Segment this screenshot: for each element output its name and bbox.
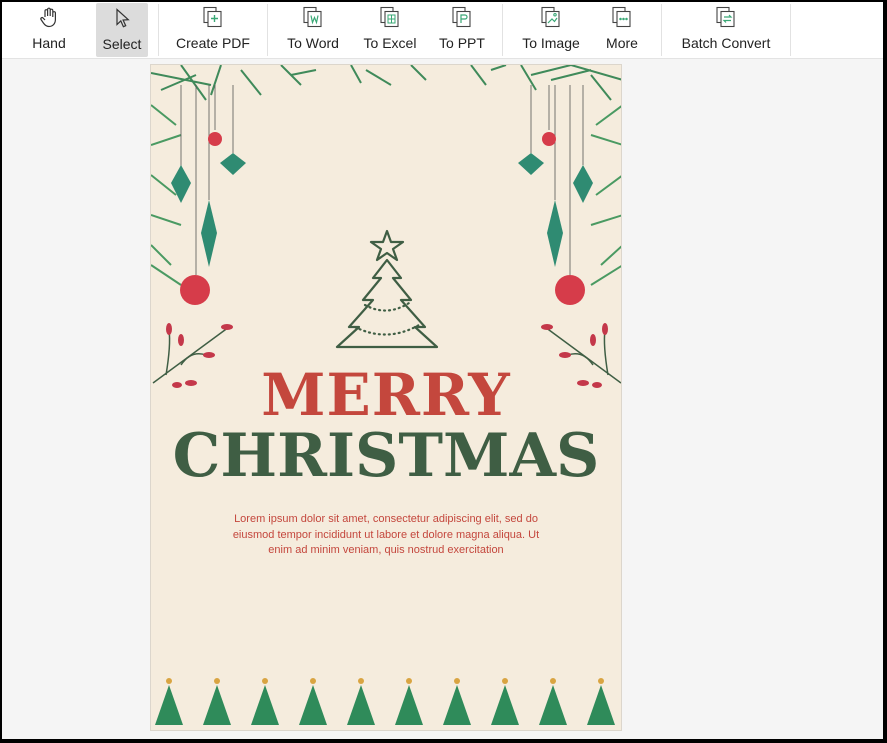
to-ppt-button[interactable]: To PPT [422,2,502,58]
to-excel-label: To Excel [363,35,417,51]
image-icon [539,5,563,29]
cursor-icon [111,6,133,30]
batch-convert-icon [714,5,738,29]
to-ppt-label: To PPT [439,35,485,51]
create-pdf-label: Create PDF [176,35,250,51]
ornaments-left [171,85,246,305]
select-tool-button[interactable]: Select [96,3,148,57]
to-image-label: To Image [522,35,580,51]
excel-icon [378,5,402,29]
create-pdf-button[interactable]: Create PDF [159,2,267,58]
to-word-label: To Word [287,35,339,51]
select-tool-label: Select [102,36,142,52]
to-excel-button[interactable]: To Excel [358,2,422,58]
more-icon [610,5,634,29]
pine-garland-top [151,65,621,286]
document-page[interactable]: MERRY CHRISTMAS Lorem ipsum dolor sit am… [150,64,622,731]
more-label: More [606,35,638,51]
card-title-christmas: CHRISTMAS [172,421,600,491]
app-window: Hand Select Create PDF To Word To Excel … [1,1,884,740]
hand-tool-button[interactable]: Hand [2,2,96,58]
hand-icon [38,5,60,29]
card-body-text: Lorem ipsum dolor sit amet, consectetur … [232,513,540,556]
toolbar-divider [790,4,791,56]
ornaments-right [518,85,593,305]
card-title-merry: MERRY [261,361,511,429]
to-word-button[interactable]: To Word [268,2,358,58]
more-button[interactable]: More [599,2,645,58]
word-icon [301,5,325,29]
create-pdf-icon [201,5,225,29]
to-image-button[interactable]: To Image [503,2,599,58]
bottom-tree-row [155,678,615,725]
batch-convert-button[interactable]: Batch Convert [662,2,790,58]
batch-convert-label: Batch Convert [681,35,771,51]
toolbar: Hand Select Create PDF To Word To Excel … [2,2,883,59]
ppt-icon [450,5,474,29]
christmas-tree-icon [335,229,439,349]
hand-tool-label: Hand [32,35,66,51]
